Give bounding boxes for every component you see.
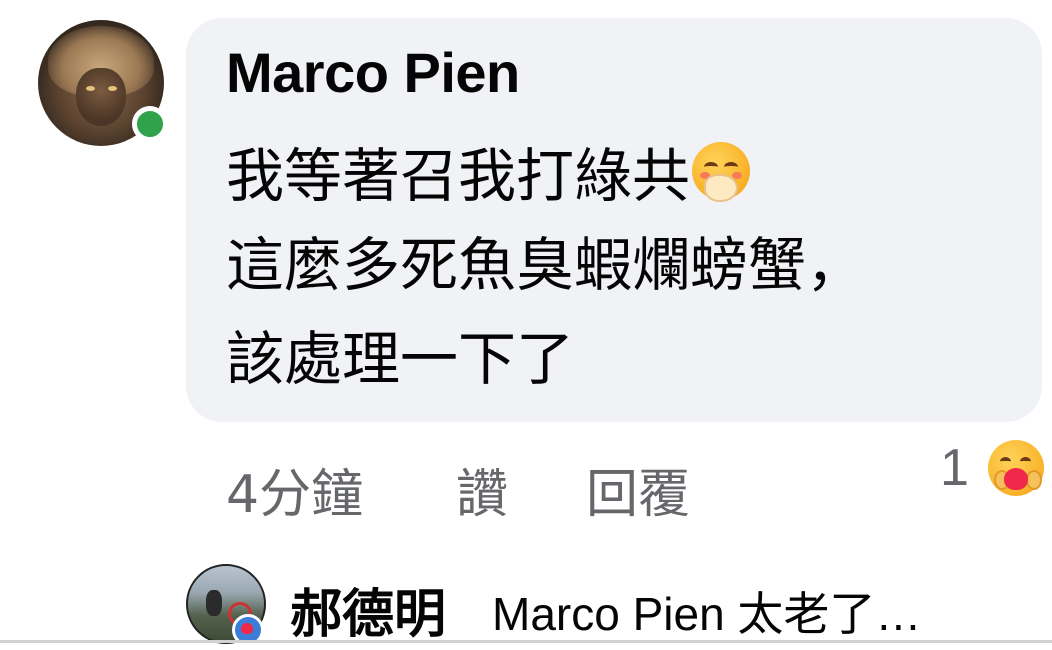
comment-text-line-2: 這麼多死魚臭蝦爛螃蟹， — [226, 231, 865, 299]
reply-author-name[interactable]: 郝德明 — [290, 572, 446, 647]
face-with-hand-over-mouth-icon — [692, 142, 751, 202]
comment-timestamp[interactable]: 4分鐘 — [226, 452, 363, 527]
avatar-person — [206, 590, 222, 616]
avatar-eye-left — [86, 86, 95, 91]
care-reaction-icon[interactable] — [988, 440, 1044, 496]
divider — [0, 640, 1052, 643]
avatar-eye-right — [108, 86, 117, 91]
online-status-dot — [132, 106, 168, 142]
reply-button[interactable]: 回覆 — [586, 452, 690, 527]
comment-author-name[interactable]: Marco Pien — [226, 40, 520, 105]
reply-preview-text[interactable]: Marco Pien 太老了… — [492, 578, 921, 644]
comment-line-1-text: 我等著召我打綠共 — [226, 142, 691, 210]
comment-text-line-1: 我等著召我打綠共 — [226, 142, 751, 205]
comment-text-line-3: 該處理一下了 — [226, 325, 575, 393]
comment-thread: Marco Pien 我等著召我打綠共 這麼多死魚臭蝦爛螃蟹， 該處理一下了 4… — [0, 0, 1052, 650]
like-button[interactable]: 讚 — [456, 452, 508, 527]
comment-bubble[interactable]: Marco Pien 我等著召我打綠共 這麼多死魚臭蝦爛螃蟹， 該處理一下了 — [186, 18, 1042, 422]
avatar-face — [76, 68, 126, 126]
reaction-count[interactable]: 1 — [940, 438, 969, 498]
